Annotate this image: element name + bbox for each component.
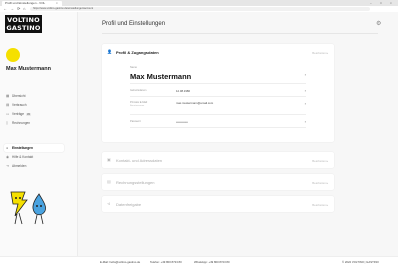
data-consent-card[interactable]: ⊲ Datenfreigabe Bearbeiten ▸ [102,196,334,212]
sidebar-item-label: Verbrauch [12,103,27,107]
logo[interactable]: VOLTINO GASTINO [5,15,42,33]
chevron-right-icon: › [304,101,306,106]
billing-edit-button[interactable]: Bearbeiten ▸ [312,181,328,185]
main-content: Profil und Einstellungen ⚙ 👤 Profil & Zu… [78,12,398,256]
mascot-gastino [32,193,46,216]
email-field[interactable]: Primäre E-Mail Benutzername max.musterma… [130,98,306,115]
mascot-illustration [10,191,46,225]
password-field[interactable]: Passwort •••••••••••• › [130,116,306,128]
email-value: max.mustermann@email.com [176,101,214,105]
sidebar-item-label: Verträge [12,112,25,116]
address-card-icon: ▣ [107,157,111,162]
logout-icon: ⇥ [6,164,9,168]
logo-line-1: VOLTINO [7,16,40,24]
sidebar-item-contracts[interactable]: ▭ Verträge 33 [4,110,64,118]
tab-title: Profil und Einstellungen - VOL [5,1,46,5]
sidebar-item-label: Übersicht [12,94,26,98]
sidebar-item-invoices[interactable]: ▯ Rechnungen [4,119,64,127]
email-sublabel: Benutzername [130,105,145,107]
name-value: Max Mustermann [130,72,192,81]
page-title: Profil und Einstellungen [102,21,166,27]
password-value: •••••••••••• [176,120,188,124]
birthday-field[interactable]: Geburtsdatum 12.08.1980 › [130,85,306,97]
contact-card-title: Kontakt- und Adressdaten [116,158,163,163]
url-input[interactable]: https://www.voltino-gastino.de/einstellu… [30,7,370,11]
name-label: Name [130,66,137,69]
avatar [6,48,20,62]
divider [102,33,378,34]
billing-card[interactable]: ▤ Rechnungsstellungen Bearbeiten ▸ [102,174,334,190]
grid-icon: ▦ [6,94,10,98]
chart-icon: ▤ [6,103,10,107]
sidebar: VOLTINO GASTINO Max Mustermann ▦ Übersic… [0,12,78,256]
sidebar-item-overview[interactable]: ▦ Übersicht [4,92,64,100]
birthday-label: Geburtsdatum [130,89,147,92]
sidebar-item-settings[interactable]: ● Einstellungen [4,144,64,152]
email-label: Primäre E-Mail [130,101,148,104]
sidebar-item-label: Rechnungen [12,121,31,125]
contact-edit-button[interactable]: Bearbeiten ▸ [312,159,328,163]
sidebar-item-label: Einstellungen [12,146,33,150]
chevron-right-icon: › [304,72,306,77]
consent-card-title: Datenfreigabe [116,202,142,207]
settings-gear-icon[interactable]: ⚙ [376,20,381,27]
name-field[interactable]: Name Max Mustermann › [130,64,306,84]
billing-card-title: Rechnungsstellungen [116,180,155,185]
invoice-icon: ▯ [6,121,8,125]
consent-edit-button[interactable]: Bearbeiten ▸ [312,203,328,207]
help-icon: ◉ [6,155,10,159]
sidebar-item-label: Hilfe & Kontakt [12,155,34,159]
sidebar-item-consumption[interactable]: ▤ Verbrauch [4,101,64,109]
password-label: Passwort [130,120,141,123]
contact-card[interactable]: ▣ Kontakt- und Adressdaten Bearbeiten ▸ [102,152,334,168]
user-icon: 👤 [107,49,112,54]
gear-icon: ● [6,146,9,150]
birthday-value: 12.08.1980 [176,89,190,93]
profile-edit-button[interactable]: Bearbeiten ▸ [312,51,328,55]
contracts-count-badge: 33 [25,112,31,116]
user-name: Max Mustermann [6,66,51,72]
document-icon: ▭ [6,112,10,116]
logo-line-2: GASTINO [6,24,41,32]
browser-chrome: Profil und Einstellungen - VOL × – □ × ←… [0,0,398,12]
sidebar-item-help[interactable]: ◉ Hilfe & Kontakt [4,153,64,161]
invoice-icon: ▤ [107,179,111,184]
chevron-right-icon: › [304,88,306,93]
profile-card-title: Profil & Zugangsdaten [116,50,159,55]
footer: E-Mail: hello@voltino-gastino.de Telefon… [0,256,398,266]
sidebar-item-logout[interactable]: ⇥ Abmelden [4,162,64,170]
share-icon: ⊲ [107,201,111,206]
mascot-voltino [10,191,28,217]
profile-card: 👤 Profil & Zugangsdaten Bearbeiten ▸ Nam… [102,44,334,142]
chevron-right-icon: › [304,119,306,124]
sidebar-item-label: Abmelden [12,164,27,168]
